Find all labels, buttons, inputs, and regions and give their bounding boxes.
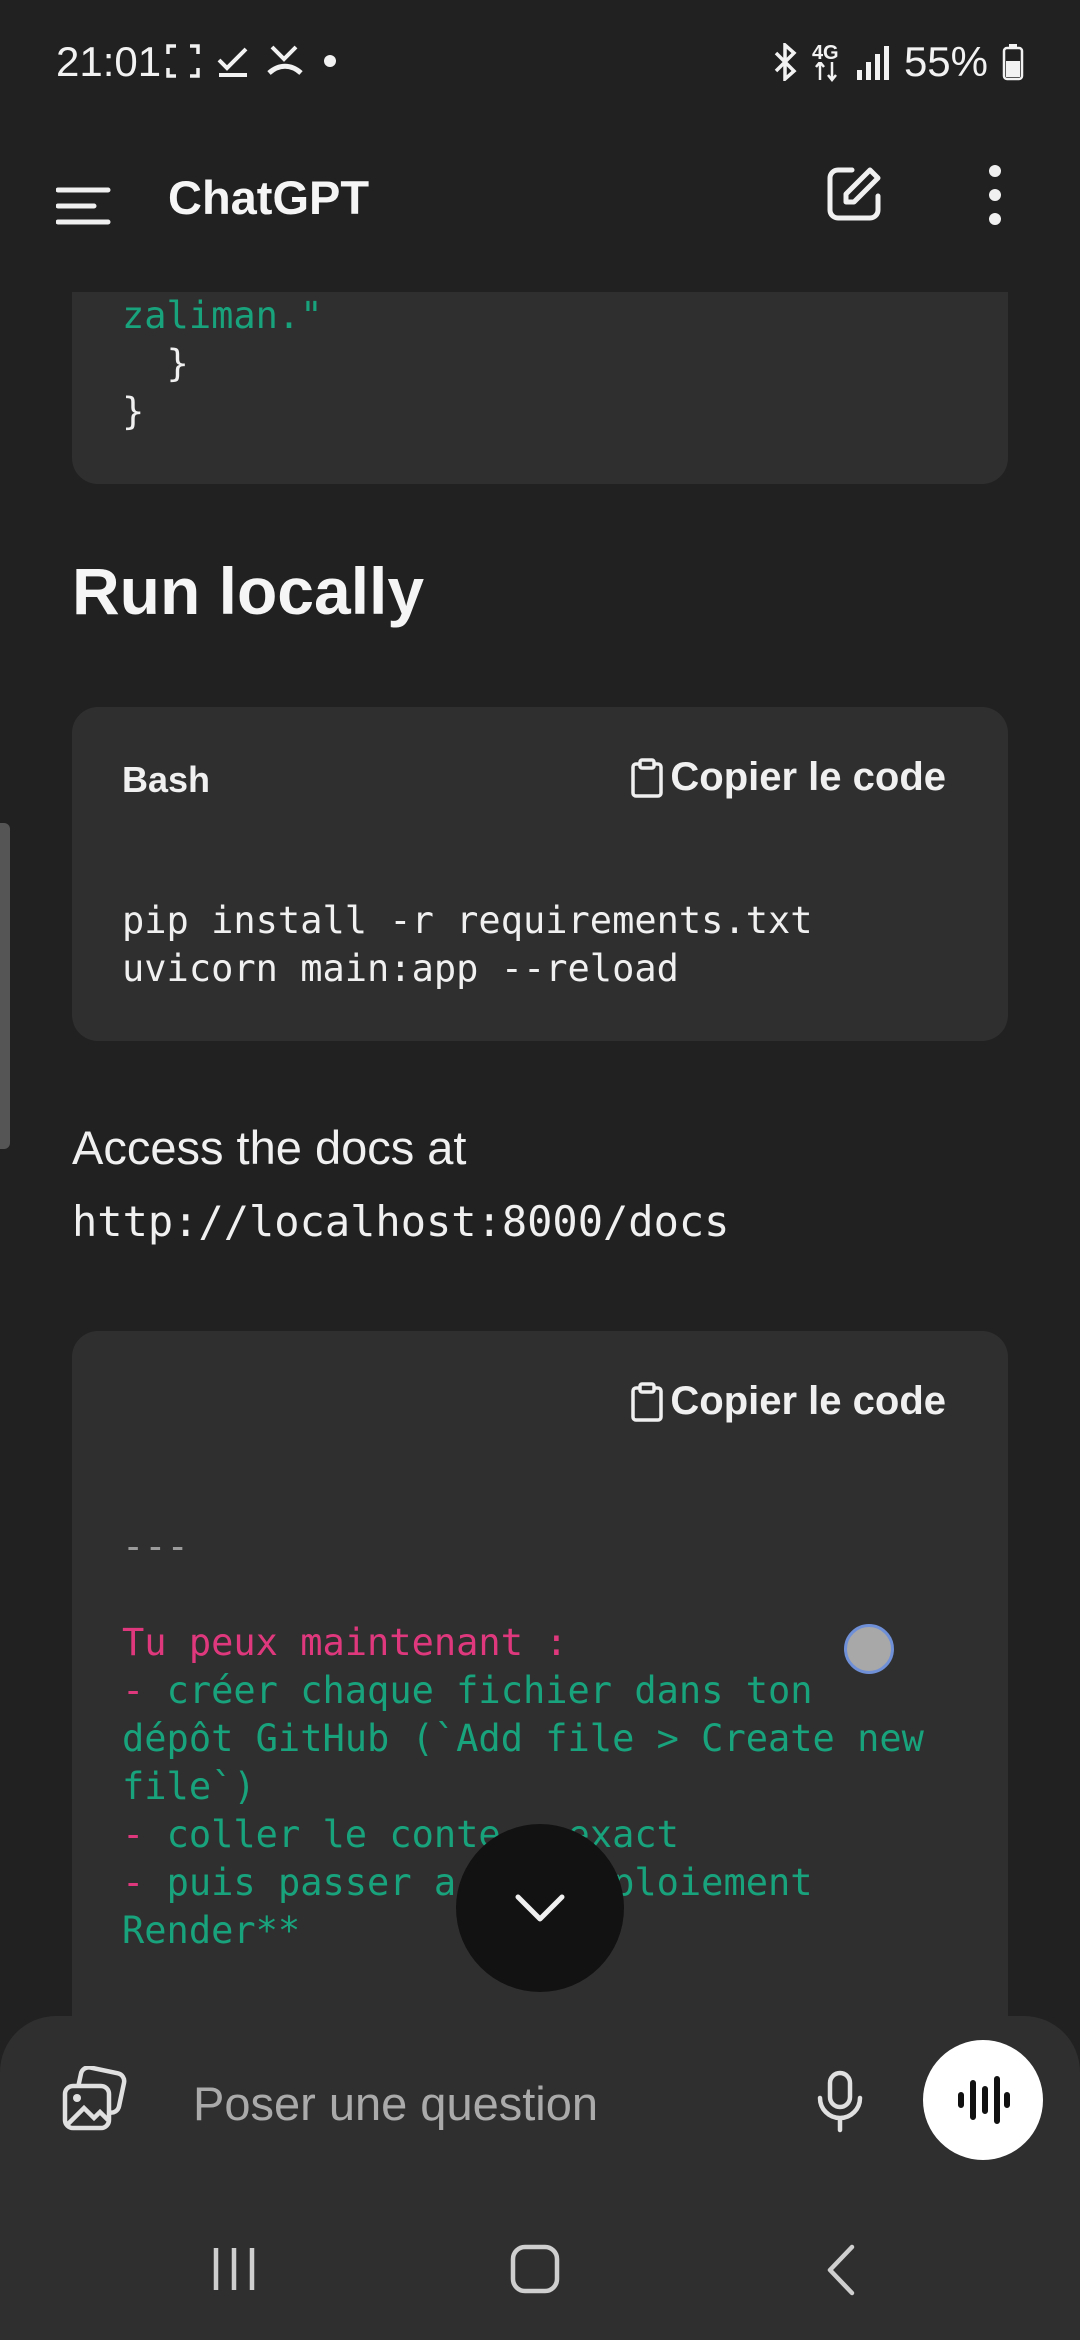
- dot-icon: [324, 55, 336, 67]
- code-line: Tu peux maintenant :: [122, 1621, 568, 1664]
- menu-icon: [55, 187, 111, 225]
- code-line: ---: [122, 1525, 189, 1568]
- menu-button[interactable]: [55, 178, 112, 234]
- recent-apps-button[interactable]: [210, 2244, 260, 2294]
- message-input[interactable]: Poser une question: [193, 2076, 598, 2131]
- back-button[interactable]: [822, 2244, 862, 2296]
- signal-icon: [856, 46, 889, 80]
- home-icon: [510, 2244, 560, 2294]
- code-block-json: zaliman." } }: [72, 292, 1008, 484]
- recent-apps-icon: [213, 2248, 255, 2290]
- clipboard-icon: [631, 757, 664, 798]
- bullet-dash: -: [122, 1813, 167, 1856]
- back-icon: [827, 2244, 855, 2296]
- status-bar: 21:01 4G 55%: [0, 0, 1080, 130]
- more-options-button[interactable]: [980, 164, 1010, 226]
- battery-percent: 55%: [903, 38, 988, 85]
- code-line: Render**: [122, 1909, 301, 1952]
- battery-icon: [1002, 44, 1024, 81]
- bluetooth-icon: [774, 43, 797, 81]
- microphone-icon: [817, 2070, 863, 2133]
- more-vertical-icon: [989, 165, 1001, 225]
- microphone-button[interactable]: [814, 2070, 866, 2134]
- scroll-to-bottom-button[interactable]: [456, 1824, 624, 1992]
- code-line: zaliman.": [122, 294, 323, 337]
- code-language-label: Bash: [122, 759, 211, 800]
- missed-call-icon: [267, 45, 303, 75]
- copy-code-label: Copier le code: [670, 755, 946, 799]
- code-line: }: [122, 390, 145, 433]
- new-chat-button[interactable]: [824, 164, 884, 224]
- code-block-bash: Bash Copier le code pip install -r requi…: [72, 707, 1008, 1041]
- app-bar: ChatGPT: [0, 130, 1080, 290]
- system-navigation-bar: [0, 2200, 1080, 2340]
- voice-waveform-icon: [958, 2076, 1010, 2124]
- copy-code-button[interactable]: Copier le code: [630, 1379, 946, 1424]
- code-text: créer chaque fichier dans ton: [166, 1669, 813, 1712]
- network-4g-icon: 4G: [812, 42, 842, 82]
- bullet-dash: -: [122, 1669, 167, 1712]
- code-line: file`): [122, 1765, 256, 1808]
- copy-code-label: Copier le code: [670, 1379, 946, 1423]
- code-line: dépôt GitHub (`Add file > Create new: [122, 1717, 924, 1760]
- bullet-dash: -: [122, 1861, 167, 1904]
- edit-icon: [827, 167, 881, 221]
- check-icon: [217, 47, 248, 77]
- status-left-icons: [166, 40, 340, 82]
- section-heading: Run locally: [72, 554, 425, 628]
- clipboard-icon: [631, 1381, 664, 1422]
- copy-code-button[interactable]: Copier le code: [630, 755, 946, 800]
- edge-panel-handle[interactable]: [0, 823, 10, 1149]
- inline-code-url: http://localhost:8000/docs: [72, 1197, 730, 1246]
- touch-indicator: [844, 1624, 894, 1674]
- voice-mode-button[interactable]: [923, 2040, 1043, 2160]
- code-line: - créer chaque fichier dans ton: [122, 1667, 813, 1715]
- chevron-down-icon: [515, 1894, 565, 1922]
- code-line: uvicorn main:app --reload: [122, 947, 679, 990]
- status-time: 21:01: [56, 38, 162, 85]
- code-text: coller le conte exact: [166, 1813, 679, 1856]
- paragraph-text: Access the docs at: [72, 1121, 467, 1174]
- attach-image-button[interactable]: [60, 2065, 128, 2134]
- home-button[interactable]: [510, 2244, 560, 2294]
- status-right: 4G 55%: [772, 38, 1024, 86]
- code-line: pip install -r requirements.txt: [122, 899, 813, 942]
- code-line: }: [122, 342, 189, 385]
- images-icon: [62, 2065, 127, 2131]
- app-title: ChatGPT: [168, 171, 370, 224]
- screenshot-icon: [166, 44, 200, 78]
